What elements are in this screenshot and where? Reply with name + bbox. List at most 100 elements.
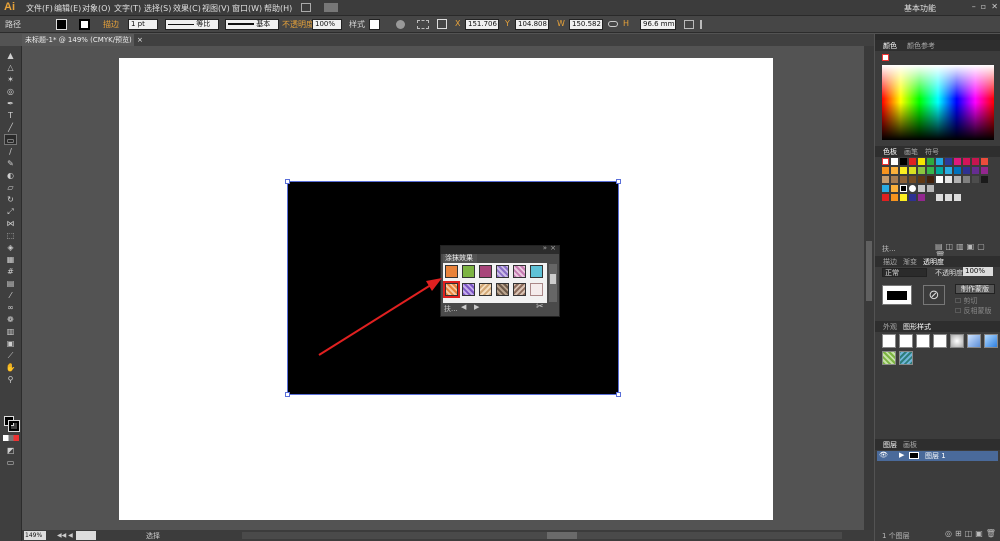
align-icon[interactable] <box>417 20 429 29</box>
blend-tool-icon[interactable]: ∞ <box>4 302 17 313</box>
color-mode-icons[interactable] <box>3 435 19 441</box>
height-field[interactable]: 96.6 mm <box>640 19 676 30</box>
lasso-tool-icon[interactable]: ◎ <box>4 86 17 97</box>
swatch[interactable] <box>945 158 952 165</box>
window-controls[interactable]: – ▫ ✕ <box>950 2 998 13</box>
swatch[interactable] <box>945 167 952 174</box>
graphic-style-thumb[interactable] <box>899 334 913 348</box>
tab-brushes[interactable]: 画笔 <box>904 147 918 157</box>
paintbrush-tool-icon[interactable]: ∕ <box>4 146 17 157</box>
perspective-grid-tool-icon[interactable]: ▦ <box>4 254 17 265</box>
swatch[interactable] <box>945 176 952 183</box>
swatch[interactable] <box>936 176 943 183</box>
magic-wand-tool-icon[interactable]: ✶ <box>4 74 17 85</box>
swatch[interactable] <box>945 194 952 201</box>
variable-width-profile[interactable]: 等比 <box>165 19 219 30</box>
fill-swatch[interactable] <box>56 19 67 30</box>
swatch[interactable] <box>909 176 916 183</box>
graphic-style-thumb[interactable] <box>967 334 981 348</box>
swatch[interactable] <box>900 185 907 192</box>
tab-color[interactable]: 颜色 <box>883 41 897 51</box>
expand-layer-icon[interactable]: ▶ <box>899 451 904 459</box>
style-swatch[interactable] <box>369 19 380 30</box>
blob-brush-tool-icon[interactable]: ◐ <box>4 170 17 181</box>
link-proportions-icon[interactable] <box>608 21 618 27</box>
swatch-none[interactable] <box>882 158 889 165</box>
swatch[interactable] <box>900 176 907 183</box>
swatch[interactable] <box>891 167 898 174</box>
no-mask-icon[interactable]: ⊘ <box>923 285 945 305</box>
pen-tool-icon[interactable]: ✒ <box>4 98 17 109</box>
stroke-swatch[interactable] <box>79 19 90 30</box>
hand-tool-icon[interactable]: ✋ <box>4 362 17 373</box>
vertical-scrollbar[interactable] <box>864 46 874 530</box>
direct-selection-tool-icon[interactable]: △ <box>4 62 17 73</box>
slice-tool-icon[interactable]: ⟋ <box>4 350 17 361</box>
artboard-number-field[interactable] <box>76 531 96 540</box>
make-mask-button[interactable]: 制作蒙版 <box>955 284 995 294</box>
layer-name[interactable]: 图层 1 <box>925 451 946 461</box>
swatch[interactable] <box>927 176 934 183</box>
tab-layers[interactable]: 图层 <box>883 440 897 450</box>
menu-window[interactable]: 窗口(W) <box>232 3 262 14</box>
swatch[interactable] <box>981 176 988 183</box>
rotate-tool-icon[interactable]: ↻ <box>4 194 17 205</box>
type-tool-icon[interactable]: T <box>4 110 17 121</box>
line-tool-icon[interactable]: ╱ <box>4 122 17 133</box>
swatch[interactable] <box>981 167 988 174</box>
swatch[interactable] <box>891 194 898 201</box>
pencil-tool-icon[interactable]: ✎ <box>4 158 17 169</box>
swatch[interactable] <box>972 176 979 183</box>
swatch[interactable] <box>909 194 916 201</box>
none-color-icon[interactable] <box>882 54 889 61</box>
tab-artboards[interactable]: 画板 <box>903 440 917 450</box>
recolor-icon[interactable] <box>396 20 405 29</box>
swatch[interactable] <box>972 158 979 165</box>
swatch[interactable] <box>891 176 898 183</box>
swatch[interactable] <box>918 167 925 174</box>
width-tool-icon[interactable]: ⋈ <box>4 218 17 229</box>
swatch[interactable] <box>909 167 916 174</box>
swatch[interactable] <box>927 185 934 192</box>
width-field[interactable]: 150.582 <box>569 19 603 30</box>
swatch[interactable] <box>954 194 961 201</box>
selection-tool-icon[interactable]: ▲ <box>4 50 17 61</box>
swatch[interactable] <box>882 185 889 192</box>
vertical-scrollbar-thumb[interactable] <box>866 241 872 301</box>
opacity-label[interactable]: 不透明度 <box>282 19 314 30</box>
graphic-style-thumb[interactable] <box>882 334 896 348</box>
x-field[interactable]: 151.706 <box>465 19 499 30</box>
swatch[interactable] <box>936 167 943 174</box>
graphic-style-thumb[interactable] <box>916 334 930 348</box>
swatch[interactable] <box>981 158 988 165</box>
document-tab[interactable]: 未标题-1* @ 149% (CMYK/预览) × <box>22 34 143 46</box>
shape-builder-tool-icon[interactable]: ◈ <box>4 242 17 253</box>
zoom-field[interactable]: 149% <box>24 531 46 540</box>
menu-edit[interactable]: 编辑(E) <box>54 3 81 14</box>
workspace-switcher[interactable]: 基本功能 <box>904 3 936 14</box>
swatch[interactable] <box>954 176 961 183</box>
opacity-field[interactable]: 100% <box>312 19 342 30</box>
menu-view[interactable]: 视图(V) <box>202 3 230 14</box>
brush-definition[interactable]: 基本 <box>225 19 279 30</box>
panel-menu-icon[interactable] <box>700 20 710 29</box>
screen-mode-icon[interactable]: ▭ <box>4 457 17 468</box>
tab-color-guide[interactable]: 颜色参考 <box>907 41 935 51</box>
graphic-style-thumb[interactable] <box>984 334 998 348</box>
layer-footer-icons[interactable]: ◎⊞◫▣🗑 <box>945 529 999 538</box>
swatch[interactable] <box>900 158 907 165</box>
swatch[interactable] <box>954 158 961 165</box>
swatch[interactable] <box>954 167 961 174</box>
layer-row[interactable]: 👁 ▶ 图层 1 <box>877 451 998 461</box>
bridge-icon[interactable] <box>301 3 311 12</box>
status-text[interactable]: 选择 <box>146 531 160 541</box>
swatch-library-menu[interactable]: 扶... <box>882 244 896 254</box>
free-transform-tool-icon[interactable]: ⬚ <box>4 230 17 241</box>
swatch[interactable] <box>927 167 934 174</box>
swatch[interactable] <box>900 167 907 174</box>
tab-transparency[interactable]: 透明度 <box>923 257 944 267</box>
graphic-style-thumb[interactable] <box>933 334 947 348</box>
horizontal-scrollbar[interactable] <box>242 532 842 539</box>
menu-object[interactable]: 对象(O) <box>82 3 111 14</box>
reference-point-icon[interactable] <box>437 19 447 29</box>
